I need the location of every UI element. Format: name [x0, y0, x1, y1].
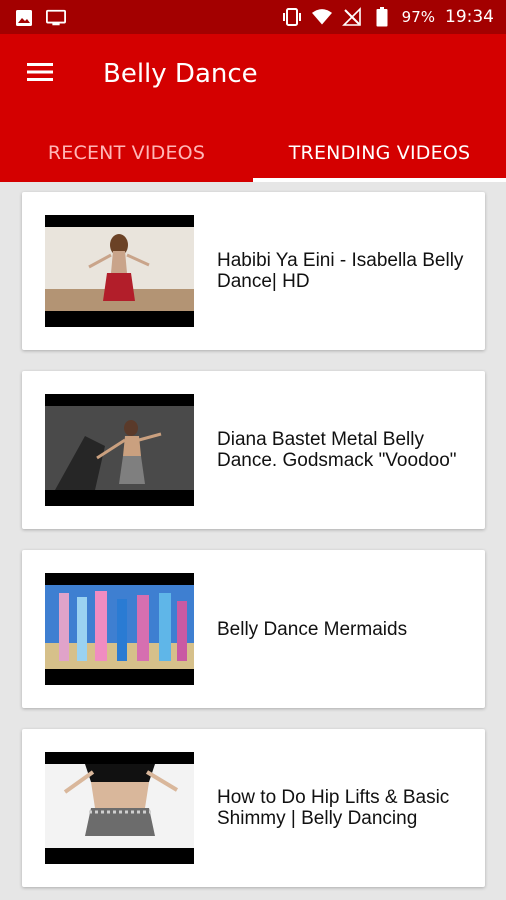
no-signal-icon: [341, 7, 362, 27]
hamburger-menu-icon: [27, 62, 53, 86]
video-card[interactable]: Habibi Ya Eini - Isabella Belly Dance| H…: [22, 192, 485, 350]
tab-recent-videos[interactable]: RECENT VIDEOS: [0, 124, 253, 182]
vibrate-icon: [282, 7, 302, 27]
menu-button[interactable]: [14, 52, 66, 96]
battery-percent: 97%: [401, 8, 435, 26]
video-title: Diana Bastet Metal Belly Dance. Godsmack…: [217, 429, 457, 471]
video-thumbnail: [45, 752, 194, 864]
video-title: Habibi Ya Eini - Isabella Belly Dance| H…: [217, 250, 464, 292]
tab-bar: RECENT VIDEOS TRENDING VIDEOS: [0, 124, 506, 182]
image-icon: [14, 8, 34, 28]
video-title: How to Do Hip Lifts & Basic Shimmy | Bel…: [217, 787, 450, 829]
video-title: Belly Dance Mermaids: [217, 618, 408, 640]
app-title: Belly Dance: [103, 59, 258, 89]
clock-time: 19:34: [445, 7, 494, 27]
video-thumbnail: [45, 394, 194, 506]
video-thumbnail: [45, 573, 194, 685]
wifi-icon: [311, 7, 332, 27]
video-card[interactable]: Diana Bastet Metal Belly Dance. Godsmack…: [22, 371, 485, 529]
video-card[interactable]: Belly Dance Mermaids: [22, 550, 485, 708]
status-bar: 97% 19:34: [0, 0, 506, 34]
video-thumbnail: [45, 215, 194, 327]
cast-icon: [46, 8, 66, 28]
battery-icon: [372, 7, 392, 27]
app-bar: Belly Dance RECENT VIDEOS TRENDING VIDEO…: [0, 34, 506, 182]
video-card[interactable]: How to Do Hip Lifts & Basic Shimmy | Bel…: [22, 729, 485, 887]
tab-trending-videos[interactable]: TRENDING VIDEOS: [253, 124, 506, 182]
